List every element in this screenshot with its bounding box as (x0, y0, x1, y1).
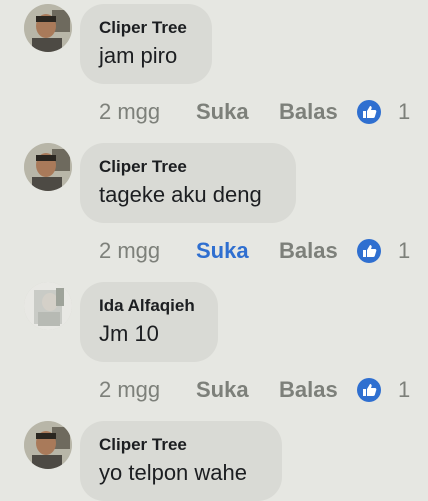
thumbs-up-icon[interactable] (356, 99, 382, 125)
comment-actions: 2 mgg Suka Balas 1 (99, 236, 419, 266)
comment-text: jam piro (99, 43, 178, 68)
avatar[interactable] (24, 421, 72, 469)
comment-time[interactable]: 2 mgg (99, 375, 160, 405)
comment-time[interactable]: 2 mgg (99, 97, 160, 127)
comment-author[interactable]: Cliper Tree (99, 435, 263, 455)
like-button[interactable]: Suka (196, 375, 249, 405)
reply-button[interactable]: Balas (279, 97, 338, 127)
avatar[interactable] (24, 4, 72, 52)
comment-author[interactable]: Cliper Tree (99, 157, 277, 177)
comment-actions: 2 mgg Suka Balas 1 (99, 97, 419, 127)
comment-time[interactable]: 2 mgg (99, 236, 160, 266)
comment-author[interactable]: Ida Alfaqieh (99, 296, 199, 316)
reply-button[interactable]: Balas (279, 375, 338, 405)
comment-bubble: Cliper Tree yo telpon wahe (80, 421, 282, 501)
comment-text: tageke aku deng (99, 182, 262, 207)
avatar[interactable] (24, 143, 72, 191)
comment-bubble: Ida Alfaqieh Jm 10 (80, 282, 218, 362)
comment-actions: 2 mgg Suka Balas 1 (99, 375, 419, 405)
reaction-count[interactable]: 1 (398, 97, 410, 127)
comment-text: Jm 10 (99, 321, 159, 346)
reaction-count[interactable]: 1 (398, 375, 410, 405)
like-button[interactable]: Suka (196, 97, 249, 127)
comment-text: yo telpon wahe (99, 460, 247, 485)
reply-button[interactable]: Balas (279, 236, 338, 266)
comment-bubble: Cliper Tree jam piro (80, 4, 212, 84)
reaction-count[interactable]: 1 (398, 236, 410, 266)
like-button[interactable]: Suka (196, 236, 249, 266)
thumbs-up-icon[interactable] (356, 377, 382, 403)
avatar[interactable] (24, 282, 72, 330)
thumbs-up-icon[interactable] (356, 238, 382, 264)
comment-author[interactable]: Cliper Tree (99, 18, 193, 38)
comment-bubble: Cliper Tree tageke aku deng (80, 143, 296, 223)
